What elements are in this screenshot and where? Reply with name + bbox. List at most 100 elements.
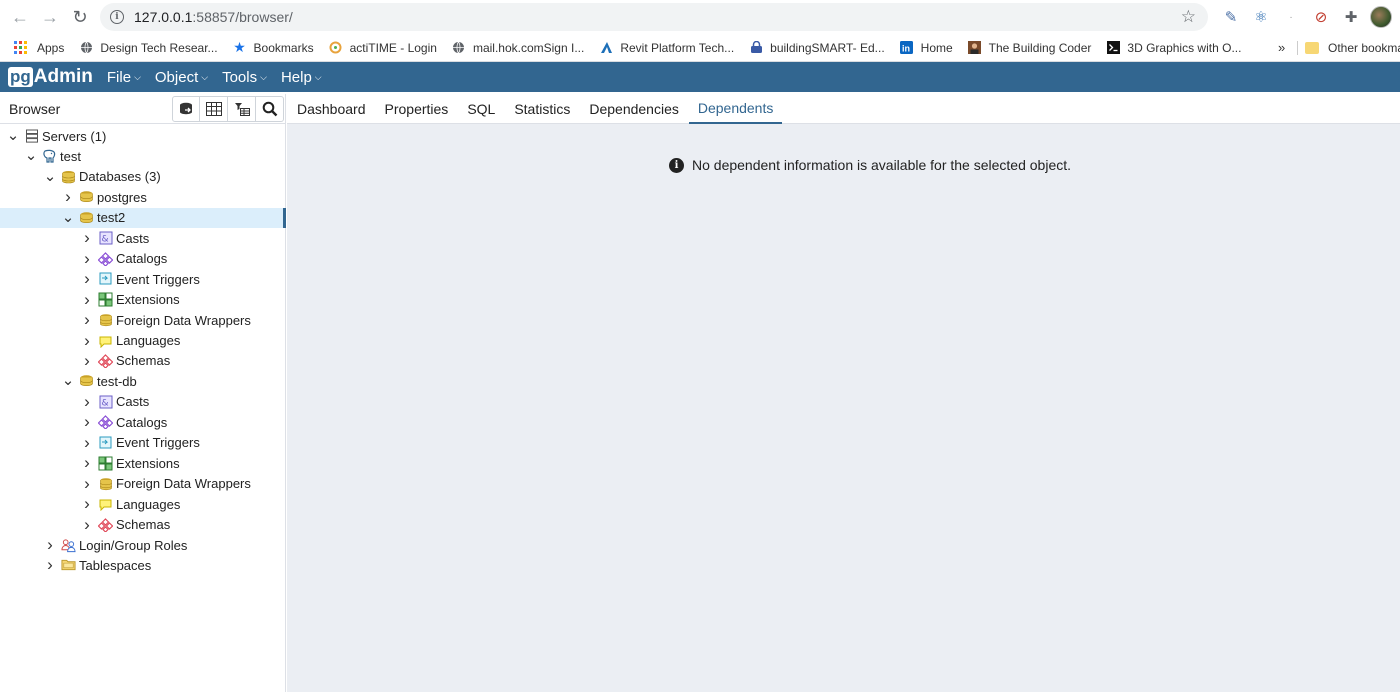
tab-dependents[interactable]: Dependents — [688, 94, 783, 124]
globe-icon — [452, 41, 466, 55]
menu-help[interactable]: Help ⌵ — [281, 69, 322, 86]
tree-node[interactable]: › Foreign Data Wrappers — [0, 474, 286, 494]
main-menu: File ⌵ Object ⌵ Tools ⌵ Help ⌵ — [107, 69, 336, 86]
menu-file[interactable]: File ⌵ — [107, 69, 141, 86]
profile-avatar[interactable] — [1370, 6, 1392, 28]
languages-icon — [98, 497, 113, 512]
chevron-right-icon[interactable]: › — [81, 454, 93, 471]
bookmark-label: buildingSMART- Ed... — [770, 40, 885, 55]
tree-node-label: Catalogs — [116, 414, 168, 430]
tab-sql[interactable]: SQL — [458, 94, 504, 124]
browser-panel-header: Browser — [0, 94, 285, 124]
chevron-right-icon[interactable]: › — [81, 270, 93, 287]
tab-dashboard[interactable]: Dashboard — [288, 94, 375, 124]
tree-node[interactable]: ⌄ test — [0, 146, 286, 166]
filtered-rows-button[interactable] — [228, 96, 256, 122]
view-data-button[interactable] — [200, 96, 228, 122]
tree-node[interactable]: › Event Triggers — [0, 433, 286, 453]
menu-object[interactable]: Object ⌵ — [155, 69, 208, 86]
chevron-right-icon[interactable]: › — [81, 393, 93, 410]
other-bookmarks-folder[interactable]: Other bookma — [1305, 34, 1400, 62]
tree-node[interactable]: › Extensions — [0, 290, 286, 310]
tree-node[interactable]: › Tablespaces — [0, 555, 286, 575]
tree-node[interactable]: › Schemas — [0, 351, 286, 371]
chevron-right-icon[interactable]: › — [81, 475, 93, 492]
tree-node[interactable]: › Login/Group Roles — [0, 535, 286, 555]
reload-icon[interactable]: ↻ — [65, 2, 95, 32]
tab-properties[interactable]: Properties — [376, 94, 458, 124]
chevron-right-icon[interactable]: › — [44, 556, 56, 573]
bookmark-item[interactable]: 3D Graphics with O... — [1106, 41, 1241, 55]
content-tabs: Dashboard Properties SQL Statistics Dependen… — [287, 94, 1400, 124]
extensions-puzzle-icon[interactable]: ✚ — [1340, 6, 1362, 28]
svg-text:&: & — [101, 398, 108, 408]
chevron-right-icon[interactable]: › — [81, 250, 93, 267]
chevron-right-icon[interactable]: › — [81, 291, 93, 308]
databases-icon — [61, 169, 76, 184]
tree-node-label: Extensions — [116, 292, 180, 308]
url-host: 127.0.0.1 — [134, 9, 193, 25]
bookmark-item[interactable]: actiTIME - Login — [329, 41, 437, 55]
chevron-right-icon[interactable]: › — [81, 352, 93, 369]
chevron-right-icon[interactable]: › — [81, 311, 93, 328]
tree-node[interactable]: › postgres — [0, 187, 286, 207]
chevron-right-icon[interactable]: › — [62, 188, 74, 205]
extension-blocker-icon[interactable]: ⊘ — [1310, 6, 1332, 28]
tree-node[interactable]: › Extensions — [0, 453, 286, 473]
chevron-right-icon[interactable]: › — [81, 434, 93, 451]
extensions-icon — [98, 456, 113, 471]
url-text: 127.0.0.1:58857/browser/ — [134, 9, 293, 25]
tab-statistics[interactable]: Statistics — [505, 94, 579, 124]
tree-node[interactable]: › Languages — [0, 331, 286, 351]
bookmark-item[interactable]: buildingSMART- Ed... — [749, 41, 885, 55]
chevron-right-icon[interactable]: › — [81, 332, 93, 349]
address-bar[interactable]: i 127.0.0.1:58857/browser/ ☆ — [100, 3, 1208, 31]
chevron-down-icon[interactable]: ⌄ — [7, 128, 20, 143]
bookmarks-overflow-button[interactable]: » — [1278, 40, 1285, 55]
chevron-down-icon[interactable]: ⌄ — [62, 210, 75, 225]
bookmark-item[interactable]: The Building Coder — [968, 41, 1091, 55]
chevron-right-icon[interactable]: › — [81, 495, 93, 512]
chevron-right-icon[interactable]: › — [81, 229, 93, 246]
tree-node[interactable]: › Event Triggers — [0, 269, 286, 289]
chevron-right-icon[interactable]: › — [81, 516, 93, 533]
back-icon[interactable]: ← — [5, 2, 35, 32]
bookmark-item[interactable]: ★ Bookmarks — [233, 39, 313, 55]
fdw-icon — [98, 476, 113, 491]
tree-node-label: Tablespaces — [79, 557, 152, 573]
tree-node[interactable]: › Catalogs — [0, 249, 286, 269]
chevron-right-icon[interactable]: › — [44, 536, 56, 553]
search-objects-button[interactable] — [256, 96, 284, 122]
chevron-down-icon[interactable]: ⌄ — [25, 148, 38, 163]
bookmark-star-icon[interactable]: ☆ — [1181, 7, 1196, 27]
extension-react-icon[interactable]: ⚛ — [1250, 6, 1272, 28]
tree-node-label: Languages — [116, 333, 181, 348]
tree-node[interactable]: ⌄ Servers (1) — [0, 126, 286, 146]
tree-node[interactable]: ⌄ test-db — [0, 371, 286, 391]
extension-dot-icon[interactable]: · — [1280, 6, 1302, 28]
bookmark-item[interactable]: Revit Platform Tech... — [599, 41, 734, 55]
tree-node[interactable]: › Foreign Data Wrappers — [0, 310, 286, 330]
tab-dependencies[interactable]: Dependencies — [580, 94, 688, 124]
site-info-icon[interactable]: i — [110, 10, 124, 24]
bookmark-item[interactable]: in Home — [900, 41, 953, 55]
bookmark-item[interactable]: Design Tech Resear... — [79, 41, 218, 55]
tree-node[interactable]: ⌄ Databases (3) — [0, 167, 286, 187]
bookmark-item[interactable]: mail.hok.comSign I... — [452, 41, 584, 55]
chevron-right-icon[interactable]: › — [81, 413, 93, 430]
extension-pen-icon[interactable]: ✎ — [1220, 6, 1242, 28]
query-tool-button[interactable] — [172, 96, 200, 122]
forward-icon[interactable]: → — [35, 2, 65, 32]
tree-node[interactable]: ⌄ test2 — [0, 207, 286, 228]
chevron-down-icon[interactable]: ⌄ — [62, 373, 75, 388]
tree-node[interactable]: › & Casts — [0, 228, 286, 248]
tree-node[interactable]: › & Casts — [0, 392, 286, 412]
tree-node[interactable]: › Languages — [0, 494, 286, 514]
bookmark-item[interactable]: Apps — [14, 41, 64, 55]
extensions-icon — [98, 292, 113, 307]
chevron-down-icon[interactable]: ⌄ — [44, 169, 57, 184]
menu-tools[interactable]: Tools ⌵ — [222, 69, 267, 86]
tree-node[interactable]: › Catalogs — [0, 412, 286, 432]
tree-node[interactable]: › Schemas — [0, 515, 286, 535]
workspace: Browser ⌄ Servers (1) ⌄ test ⌄ Databases… — [0, 94, 1400, 692]
